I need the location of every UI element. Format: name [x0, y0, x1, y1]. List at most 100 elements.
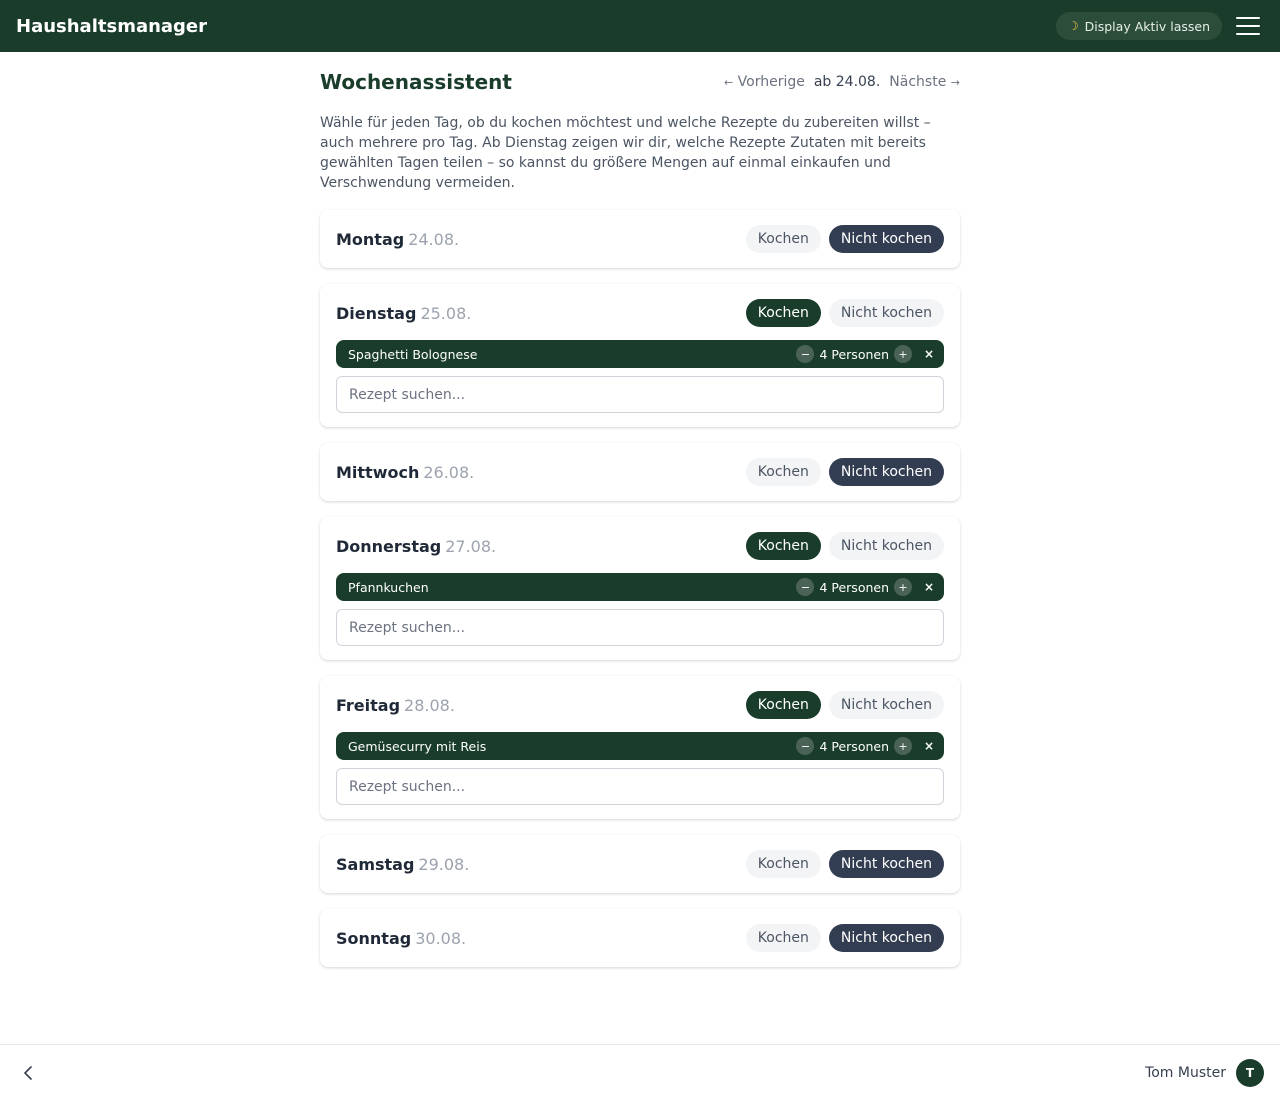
day-card-dienstag: Dienstag 25.08. Kochen Nicht kochen Spagh…	[320, 284, 960, 427]
no-cook-button[interactable]: Nicht kochen	[828, 691, 944, 719]
day-card-header: Dienstag 25.08. Kochen Nicht kochen	[336, 298, 944, 328]
day-card-header: Montag 24.08. Kochen Nicht kochen	[336, 224, 944, 254]
plus-icon[interactable]: +	[894, 737, 912, 755]
day-card-donnerstag: Donnerstag 27.08. Kochen Nicht kochen Pfa…	[320, 517, 960, 660]
day-card-mittwoch: Mittwoch 26.08. Kochen Nicht kochen	[320, 443, 960, 501]
recipe-name: Pfannkuchen	[348, 579, 429, 595]
day-date: 28.08.	[404, 695, 455, 715]
chevron-left-icon[interactable]	[18, 1063, 38, 1083]
day-title: Mittwoch 26.08.	[336, 463, 474, 482]
next-week-label: Nächste	[889, 74, 947, 90]
main-content: Wochenassistent ← Vorherige ab 24.08. Nä…	[320, 52, 960, 983]
servings-count: 4 Personen	[819, 738, 889, 754]
arrow-left-icon: ←	[723, 76, 734, 89]
cook-toggle: Kochen Nicht kochen	[745, 691, 944, 719]
cook-button[interactable]: Kochen	[745, 850, 821, 878]
top-bar: Haushaltsmanager ☽ Display Aktiv lassen	[0, 0, 1280, 52]
minus-icon[interactable]: −	[796, 578, 815, 596]
servings-stepper: − 4 Personen + ×	[796, 345, 938, 363]
app-title: Haushaltsmanager	[16, 15, 208, 37]
cook-toggle: Kochen Nicht kochen	[745, 225, 944, 253]
day-card-samstag: Samstag 29.08. Kochen Nicht kochen	[320, 835, 960, 893]
selected-recipe-chip: Spaghetti Bolognese − 4 Personen + ×	[336, 340, 944, 368]
footer-bar: Tom Muster T	[0, 1044, 1280, 1100]
top-bar-actions: ☽ Display Aktiv lassen	[1055, 12, 1264, 40]
previous-week-link[interactable]: ← Vorherige	[724, 74, 805, 90]
day-name: Montag	[336, 229, 405, 249]
day-card-freitag: Freitag 28.08. Kochen Nicht kochen Gemüse…	[320, 676, 960, 819]
current-week-label: ab 24.08.	[813, 74, 881, 90]
day-date: 29.08.	[418, 854, 470, 874]
day-card-sonntag: Sonntag 30.08. Kochen Nicht kochen	[320, 909, 960, 967]
day-title: Donnerstag 27.08.	[336, 537, 496, 556]
next-week-link[interactable]: Nächste →	[889, 74, 960, 90]
day-card-header: Freitag 28.08. Kochen Nicht kochen	[336, 690, 944, 720]
arrow-right-icon: →	[950, 76, 960, 89]
day-name: Dienstag	[336, 303, 417, 323]
close-icon[interactable]: ×	[920, 347, 938, 361]
day-card-header: Mittwoch 26.08. Kochen Nicht kochen	[336, 457, 944, 487]
day-date: 27.08.	[445, 536, 497, 556]
hamburger-menu-icon[interactable]	[1236, 17, 1260, 35]
day-card-header: Sonntag 30.08. Kochen Nicht kochen	[336, 923, 944, 953]
intro-text: Wähle für jeden Tag, ob du kochen möchte…	[320, 115, 931, 191]
day-name: Freitag	[336, 695, 401, 715]
close-icon[interactable]: ×	[920, 580, 938, 594]
cook-toggle: Kochen Nicht kochen	[745, 458, 944, 486]
servings-count: 4 Personen	[819, 579, 889, 595]
recipe-search-input[interactable]	[336, 609, 944, 646]
no-cook-button[interactable]: Nicht kochen	[828, 458, 944, 486]
cook-button[interactable]: Kochen	[745, 532, 821, 560]
servings-stepper: − 4 Personen + ×	[796, 578, 938, 596]
selected-recipe-chip: Gemüsecurry mit Reis − 4 Personen + ×	[336, 732, 944, 760]
day-title: Sonntag 30.08.	[336, 929, 466, 948]
plus-icon[interactable]: +	[894, 578, 912, 596]
recipe-name: Spaghetti Bolognese	[348, 346, 478, 362]
cook-button[interactable]: Kochen	[745, 924, 821, 952]
selected-recipe-chip: Pfannkuchen − 4 Personen + ×	[336, 573, 944, 601]
user-info[interactable]: Tom Muster T	[1145, 1058, 1264, 1087]
page-title: Wochenassistent	[320, 70, 512, 94]
cook-button[interactable]: Kochen	[745, 299, 821, 327]
cook-button[interactable]: Kochen	[745, 225, 821, 253]
day-title: Freitag 28.08.	[336, 696, 455, 715]
day-name: Donnerstag	[336, 536, 442, 556]
day-title: Dienstag 25.08.	[336, 304, 471, 323]
keep-display-on-label: Display Aktiv lassen	[1084, 18, 1210, 34]
recipe-search-input[interactable]	[336, 768, 944, 805]
day-title: Samstag 29.08.	[336, 855, 469, 874]
no-cook-button[interactable]: Nicht kochen	[828, 850, 944, 878]
no-cook-button[interactable]: Nicht kochen	[828, 924, 944, 952]
page-header: Wochenassistent ← Vorherige ab 24.08. Nä…	[320, 70, 960, 94]
keep-display-on-button[interactable]: ☽ Display Aktiv lassen	[1055, 12, 1222, 40]
servings-count: 4 Personen	[819, 346, 889, 362]
week-navigation: ← Vorherige ab 24.08. Nächste →	[724, 74, 960, 90]
day-date: 25.08.	[420, 303, 472, 323]
minus-icon[interactable]: −	[796, 737, 815, 755]
recipe-search-input[interactable]	[336, 376, 944, 413]
day-card-header: Samstag 29.08. Kochen Nicht kochen	[336, 849, 944, 879]
cook-toggle: Kochen Nicht kochen	[745, 924, 944, 952]
moon-icon: ☽	[1067, 19, 1079, 33]
day-list: Montag 24.08. Kochen Nicht kochen Diensta…	[320, 210, 960, 967]
cook-button[interactable]: Kochen	[745, 691, 821, 719]
day-date: 30.08.	[415, 928, 467, 948]
avatar: T	[1236, 1058, 1264, 1087]
no-cook-button[interactable]: Nicht kochen	[828, 299, 944, 327]
servings-stepper: − 4 Personen + ×	[796, 737, 938, 755]
day-date: 26.08.	[423, 462, 475, 482]
no-cook-button[interactable]: Nicht kochen	[828, 225, 944, 253]
no-cook-button[interactable]: Nicht kochen	[828, 532, 944, 560]
day-title: Montag 24.08.	[336, 230, 459, 249]
close-icon[interactable]: ×	[920, 739, 938, 753]
minus-icon[interactable]: −	[796, 345, 815, 363]
day-name: Sonntag	[336, 928, 412, 948]
cook-toggle: Kochen Nicht kochen	[745, 850, 944, 878]
day-date: 24.08.	[408, 229, 460, 249]
cook-toggle: Kochen Nicht kochen	[745, 532, 944, 560]
previous-week-label: Vorherige	[737, 74, 805, 90]
cook-toggle: Kochen Nicht kochen	[745, 299, 944, 327]
plus-icon[interactable]: +	[894, 345, 912, 363]
cook-button[interactable]: Kochen	[745, 458, 821, 486]
day-name: Mittwoch	[336, 462, 420, 482]
